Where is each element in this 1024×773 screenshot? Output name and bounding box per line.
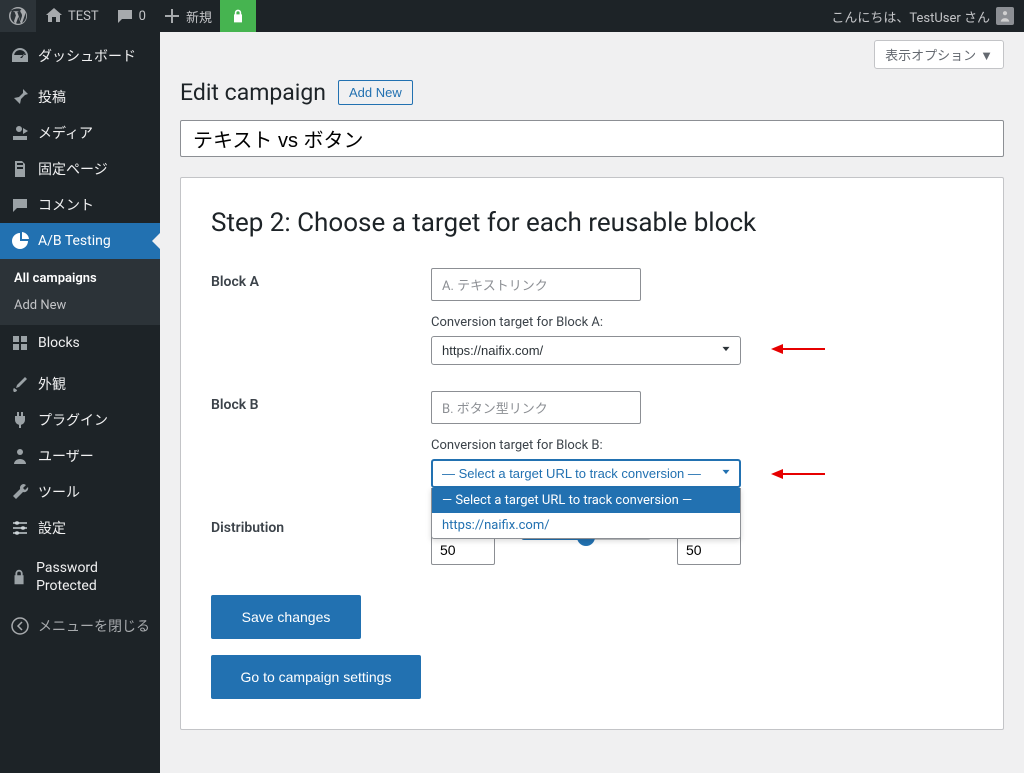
collapse-icon	[10, 616, 30, 636]
site-name-link[interactable]: TEST	[36, 0, 107, 32]
menu-posts-label: 投稿	[38, 87, 66, 107]
menu-tools-label: ツール	[38, 482, 80, 502]
block-b-target-label: Conversion target for Block B:	[431, 438, 973, 453]
brush-icon	[10, 374, 30, 394]
dashboard-icon	[10, 46, 30, 66]
menu-ab-testing[interactable]: A/B Testing	[0, 223, 160, 259]
menu-posts[interactable]: 投稿	[0, 79, 160, 115]
distribution-label: Distribution	[211, 514, 431, 565]
campaign-title-input[interactable]	[180, 120, 1004, 157]
add-new-button[interactable]: Add New	[338, 80, 413, 105]
comments-icon	[115, 6, 135, 26]
block-b-target-select[interactable]: — Select a target URL to track conversio…	[431, 459, 741, 488]
blocks-icon	[10, 333, 30, 353]
block-a-name-display: A. テキストリンク	[431, 268, 641, 301]
password-protected-indicator[interactable]	[220, 0, 256, 32]
menu-settings-label: 設定	[38, 518, 66, 538]
comments-count: 0	[139, 9, 146, 24]
menu-collapse-label: メニューを閉じる	[38, 616, 150, 636]
menu-media[interactable]: メディア	[0, 115, 160, 151]
ab-testing-submenu: All campaigns Add New	[0, 259, 160, 325]
main-content: 表示オプション ▼ Edit campaign Add New Step 2: C…	[160, 32, 1024, 773]
site-name-text: TEST	[68, 9, 99, 24]
menu-password-protected[interactable]: Password Protected	[0, 551, 160, 603]
block-b-dropdown-list: — Select a target URL to track conversio…	[431, 488, 741, 539]
menu-plugins-label: プラグイン	[38, 410, 108, 430]
caret-down-icon: ▼	[980, 48, 993, 63]
block-a-row: Block A A. テキストリンク Conversion target for…	[211, 268, 973, 365]
block-b-row: Block B B. ボタン型リンク Conversion target for…	[211, 391, 973, 488]
comment-icon	[10, 195, 30, 215]
menu-pages[interactable]: 固定ページ	[0, 151, 160, 187]
dropdown-option-url[interactable]: https://naifix.com/	[432, 513, 740, 538]
plus-icon	[162, 6, 182, 26]
block-a-target-label: Conversion target for Block A:	[431, 315, 973, 330]
admin-sidebar: ダッシュボード 投稿 メディア 固定ページ コメント A/B Testing A…	[0, 32, 160, 773]
user-greeting[interactable]: こんにちは、TestUser さん	[831, 0, 1024, 32]
menu-collapse[interactable]: メニューを閉じる	[0, 608, 160, 644]
user-icon	[10, 446, 30, 466]
avatar	[996, 7, 1014, 25]
lock-icon	[230, 8, 246, 24]
dist-a-input[interactable]	[431, 535, 495, 565]
menu-users-label: ユーザー	[38, 446, 94, 466]
annotation-arrow	[771, 342, 825, 360]
goto-campaign-settings-button[interactable]: Go to campaign settings	[211, 655, 421, 699]
panel-heading: Step 2: Choose a target for each reusabl…	[211, 208, 973, 238]
wrench-icon	[10, 482, 30, 502]
menu-users[interactable]: ユーザー	[0, 438, 160, 474]
person-icon	[998, 9, 1012, 23]
pin-icon	[10, 87, 30, 107]
wordpress-icon	[8, 6, 28, 26]
comments-link[interactable]: 0	[107, 0, 154, 32]
menu-settings[interactable]: 設定	[0, 510, 160, 546]
menu-dashboard[interactable]: ダッシュボード	[0, 38, 160, 74]
menu-plugins[interactable]: プラグイン	[0, 402, 160, 438]
menu-media-label: メディア	[38, 123, 93, 143]
menu-tools[interactable]: ツール	[0, 474, 160, 510]
submenu-add-new[interactable]: Add New	[0, 292, 160, 319]
dist-b-input[interactable]	[677, 535, 741, 565]
home-icon	[44, 6, 64, 26]
greeting-text: こんにちは、TestUser さん	[831, 7, 990, 26]
page-title: Edit campaign	[180, 79, 326, 106]
campaign-panel: Step 2: Choose a target for each reusabl…	[180, 177, 1004, 730]
submenu-all-campaigns[interactable]: All campaigns	[0, 265, 160, 292]
menu-dashboard-label: ダッシュボード	[38, 46, 136, 66]
screen-options-button[interactable]: 表示オプション ▼	[874, 40, 1004, 69]
new-content-label: 新規	[186, 7, 212, 26]
admin-bar: TEST 0 新規 こんにちは、TestUser さん	[0, 0, 1024, 32]
lock-icon	[10, 567, 28, 587]
menu-blocks[interactable]: Blocks	[0, 325, 160, 361]
media-icon	[10, 123, 30, 143]
chart-icon	[10, 231, 30, 251]
menu-appearance[interactable]: 外観	[0, 366, 160, 402]
menu-pages-label: 固定ページ	[38, 159, 108, 179]
save-changes-button[interactable]: Save changes	[211, 595, 361, 639]
page-icon	[10, 159, 30, 179]
plug-icon	[10, 410, 30, 430]
block-b-label: Block B	[211, 391, 431, 488]
dropdown-option-placeholder[interactable]: — Select a target URL to track conversio…	[432, 488, 740, 513]
settings-icon	[10, 518, 30, 538]
menu-comments-label: コメント	[38, 195, 94, 215]
menu-ab-testing-label: A/B Testing	[38, 233, 111, 249]
wp-logo[interactable]	[0, 0, 36, 32]
screen-options-label: 表示オプション	[885, 48, 976, 63]
new-content-link[interactable]: 新規	[154, 0, 220, 32]
block-b-name-display: B. ボタン型リンク	[431, 391, 641, 424]
menu-blocks-label: Blocks	[38, 335, 80, 351]
block-a-target-select[interactable]: https://naifix.com/	[431, 336, 741, 365]
block-a-label: Block A	[211, 268, 431, 365]
menu-password-protected-label: Password Protected	[36, 559, 150, 595]
menu-comments[interactable]: コメント	[0, 187, 160, 223]
menu-appearance-label: 外観	[38, 374, 66, 394]
annotation-arrow	[771, 467, 825, 485]
